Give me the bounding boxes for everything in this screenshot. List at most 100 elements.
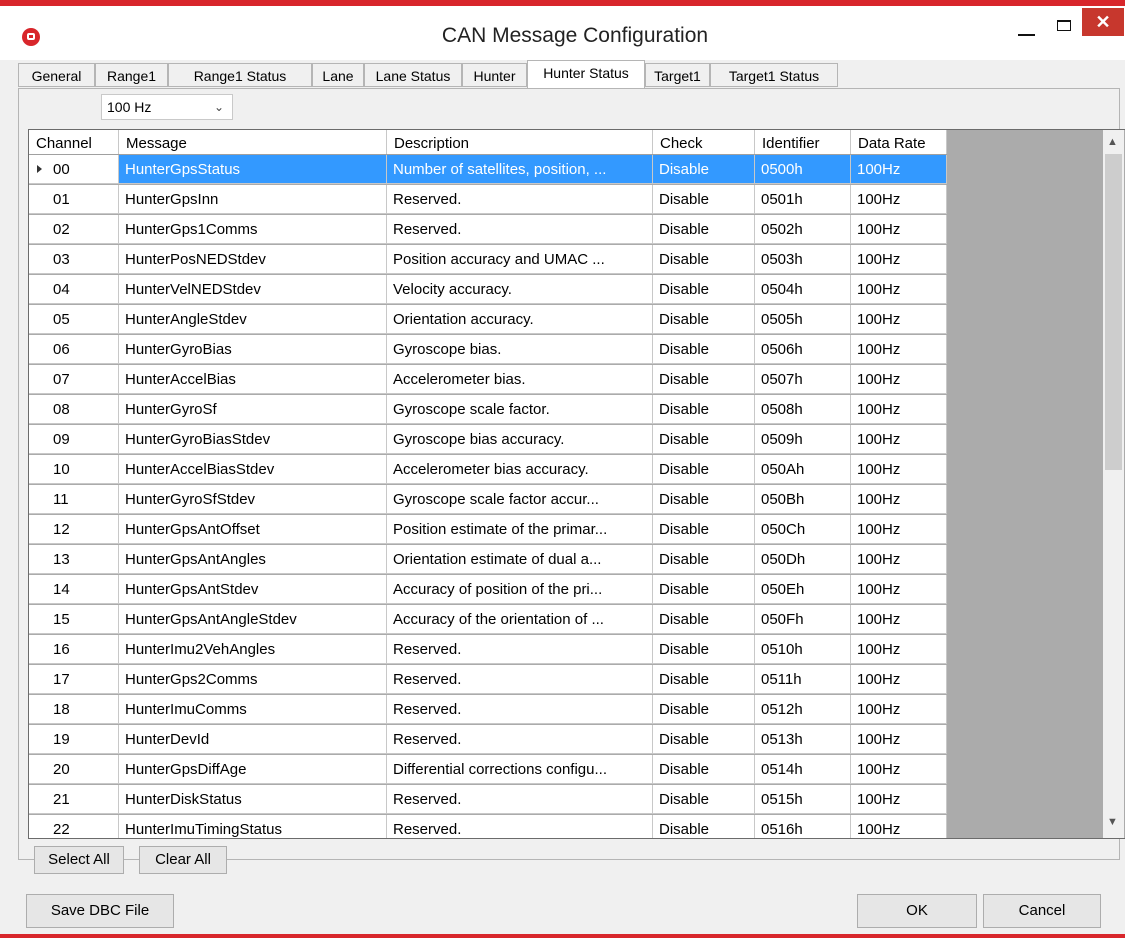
cell-identifier[interactable]: 050Dh [755, 545, 851, 574]
cell-description[interactable]: Orientation estimate of dual a... [387, 545, 653, 574]
table-row[interactable]: 05 HunterAngleStdev Orientation accuracy. D… [29, 305, 947, 334]
cell-check[interactable]: Disable [653, 635, 755, 664]
cell-rate[interactable]: 100Hz [851, 785, 947, 814]
cell-channel[interactable]: 12 [29, 515, 119, 544]
table-row[interactable]: 17 HunterGps2Comms Reserved. Disable 0511h 10… [29, 665, 947, 694]
cell-description[interactable]: Differential corrections configu... [387, 755, 653, 784]
cell-identifier[interactable]: 050Ah [755, 455, 851, 484]
cell-rate[interactable]: 100Hz [851, 335, 947, 364]
table-row[interactable]: 19 HunterDevId Reserved. Disable 0513h 100Hz [29, 725, 947, 754]
cell-description[interactable]: Reserved. [387, 815, 653, 838]
cell-identifier[interactable]: 0501h [755, 185, 851, 214]
cell-check[interactable]: Disable [653, 275, 755, 304]
cell-rate[interactable]: 100Hz [851, 365, 947, 394]
tab-lane[interactable]: Lane [312, 63, 364, 87]
table-row[interactable]: 21 HunterDiskStatus Reserved. Disable 0515h 1… [29, 785, 947, 814]
cell-message[interactable]: HunterDiskStatus [119, 785, 387, 814]
cell-message[interactable]: HunterGyroBias [119, 335, 387, 364]
table-row[interactable]: 01 HunterGpsInn Reserved. Disable 0501h 100Hz [29, 185, 947, 214]
cell-description[interactable]: Reserved. [387, 785, 653, 814]
cell-check[interactable]: Disable [653, 605, 755, 634]
cell-check[interactable]: Disable [653, 575, 755, 604]
cell-check[interactable]: Disable [653, 215, 755, 244]
cell-check[interactable]: Disable [653, 815, 755, 838]
cell-channel[interactable]: 20 [29, 755, 119, 784]
cell-identifier[interactable]: 0504h [755, 275, 851, 304]
cell-channel[interactable]: 00 [29, 155, 119, 184]
clear-all-button[interactable]: Clear All [139, 846, 227, 874]
column-header-description[interactable]: Description [387, 130, 653, 154]
cell-message[interactable]: HunterGpsDiffAge [119, 755, 387, 784]
cell-identifier[interactable]: 0516h [755, 815, 851, 838]
cell-check[interactable]: Disable [653, 485, 755, 514]
cell-description[interactable]: Accuracy of the orientation of ... [387, 605, 653, 634]
cell-identifier[interactable]: 0515h [755, 785, 851, 814]
cell-channel[interactable]: 15 [29, 605, 119, 634]
cell-rate[interactable]: 100Hz [851, 395, 947, 424]
cell-description[interactable]: Reserved. [387, 725, 653, 754]
cell-check[interactable]: Disable [653, 365, 755, 394]
cell-message[interactable]: HunterImuTimingStatus [119, 815, 387, 838]
cell-rate[interactable]: 100Hz [851, 665, 947, 694]
cell-check[interactable]: Disable [653, 185, 755, 214]
scroll-up-icon[interactable]: ▲ [1107, 136, 1118, 148]
table-row[interactable]: 12 HunterGpsAntOffset Position estimate of… [29, 515, 947, 544]
cell-message[interactable]: HunterDevId [119, 725, 387, 754]
table-row[interactable]: 09 HunterGyroBiasStdev Gyroscope bias accu… [29, 425, 947, 454]
table-row[interactable]: 08 HunterGyroSf Gyroscope scale factor. Dis… [29, 395, 947, 424]
cell-channel[interactable]: 03 [29, 245, 119, 274]
ok-button[interactable]: OK [857, 894, 977, 928]
tab-range1[interactable]: Range1 [95, 63, 168, 87]
cell-rate[interactable]: 100Hz [851, 305, 947, 334]
column-header-channel[interactable]: Channel [29, 130, 119, 154]
cell-identifier[interactable]: 0511h [755, 665, 851, 694]
cell-description[interactable]: Reserved. [387, 215, 653, 244]
table-row[interactable]: 10 HunterAccelBiasStdev Accelerometer bias… [29, 455, 947, 484]
cell-description[interactable]: Number of satellites, position, ... [387, 155, 653, 184]
cell-channel[interactable]: 04 [29, 275, 119, 304]
cell-identifier[interactable]: 050Ch [755, 515, 851, 544]
cell-check[interactable]: Disable [653, 455, 755, 484]
cell-rate[interactable]: 100Hz [851, 185, 947, 214]
message-grid[interactable]: Channel Message Description Check Identifier… [28, 129, 1125, 839]
table-row[interactable]: 04 HunterVelNEDStdev Velocity accuracy. Dis… [29, 275, 947, 304]
table-row[interactable]: 11 HunterGyroSfStdev Gyroscope scale facto… [29, 485, 947, 514]
cell-identifier[interactable]: 0506h [755, 335, 851, 364]
cell-identifier[interactable]: 050Eh [755, 575, 851, 604]
cell-description[interactable]: Reserved. [387, 635, 653, 664]
column-header-identifier[interactable]: Identifier [755, 130, 851, 154]
cell-identifier[interactable]: 0510h [755, 635, 851, 664]
cell-channel[interactable]: 09 [29, 425, 119, 454]
minimize-button[interactable] [1012, 12, 1042, 42]
cell-channel[interactable]: 01 [29, 185, 119, 214]
tab-target1[interactable]: Target1 [645, 63, 710, 87]
cell-check[interactable]: Disable [653, 515, 755, 544]
grid-vertical-scrollbar[interactable]: ▲ ▼ [1103, 130, 1124, 838]
cell-message[interactable]: HunterVelNEDStdev [119, 275, 387, 304]
cell-channel[interactable]: 07 [29, 365, 119, 394]
cell-identifier[interactable]: 0500h [755, 155, 851, 184]
cell-rate[interactable]: 100Hz [851, 215, 947, 244]
cell-rate[interactable]: 100Hz [851, 815, 947, 838]
cell-description[interactable]: Gyroscope scale factor accur... [387, 485, 653, 514]
cell-description[interactable]: Accuracy of position of the pri... [387, 575, 653, 604]
data-rate-select[interactable]: 100 Hz ⌄ [101, 94, 233, 120]
cell-message[interactable]: HunterAccelBiasStdev [119, 455, 387, 484]
tab-hunter-status[interactable]: Hunter Status [527, 60, 645, 88]
scroll-down-icon[interactable]: ▼ [1107, 816, 1118, 828]
cell-message[interactable]: HunterGyroBiasStdev [119, 425, 387, 454]
cell-rate[interactable]: 100Hz [851, 725, 947, 754]
cancel-button[interactable]: Cancel [983, 894, 1101, 928]
cell-description[interactable]: Position accuracy and UMAC ... [387, 245, 653, 274]
cell-channel[interactable]: 10 [29, 455, 119, 484]
maximize-button[interactable] [1050, 12, 1080, 42]
cell-identifier[interactable]: 0509h [755, 425, 851, 454]
cell-message[interactable]: HunterAccelBias [119, 365, 387, 394]
table-row[interactable]: 02 HunterGps1Comms Reserved. Disable 0502h 10… [29, 215, 947, 244]
cell-description[interactable]: Accelerometer bias. [387, 365, 653, 394]
cell-channel[interactable]: 22 [29, 815, 119, 838]
cell-identifier[interactable]: 050Fh [755, 605, 851, 634]
cell-rate[interactable]: 100Hz [851, 575, 947, 604]
tab-target1-status[interactable]: Target1 Status [710, 63, 838, 87]
cell-description[interactable]: Accelerometer bias accuracy. [387, 455, 653, 484]
